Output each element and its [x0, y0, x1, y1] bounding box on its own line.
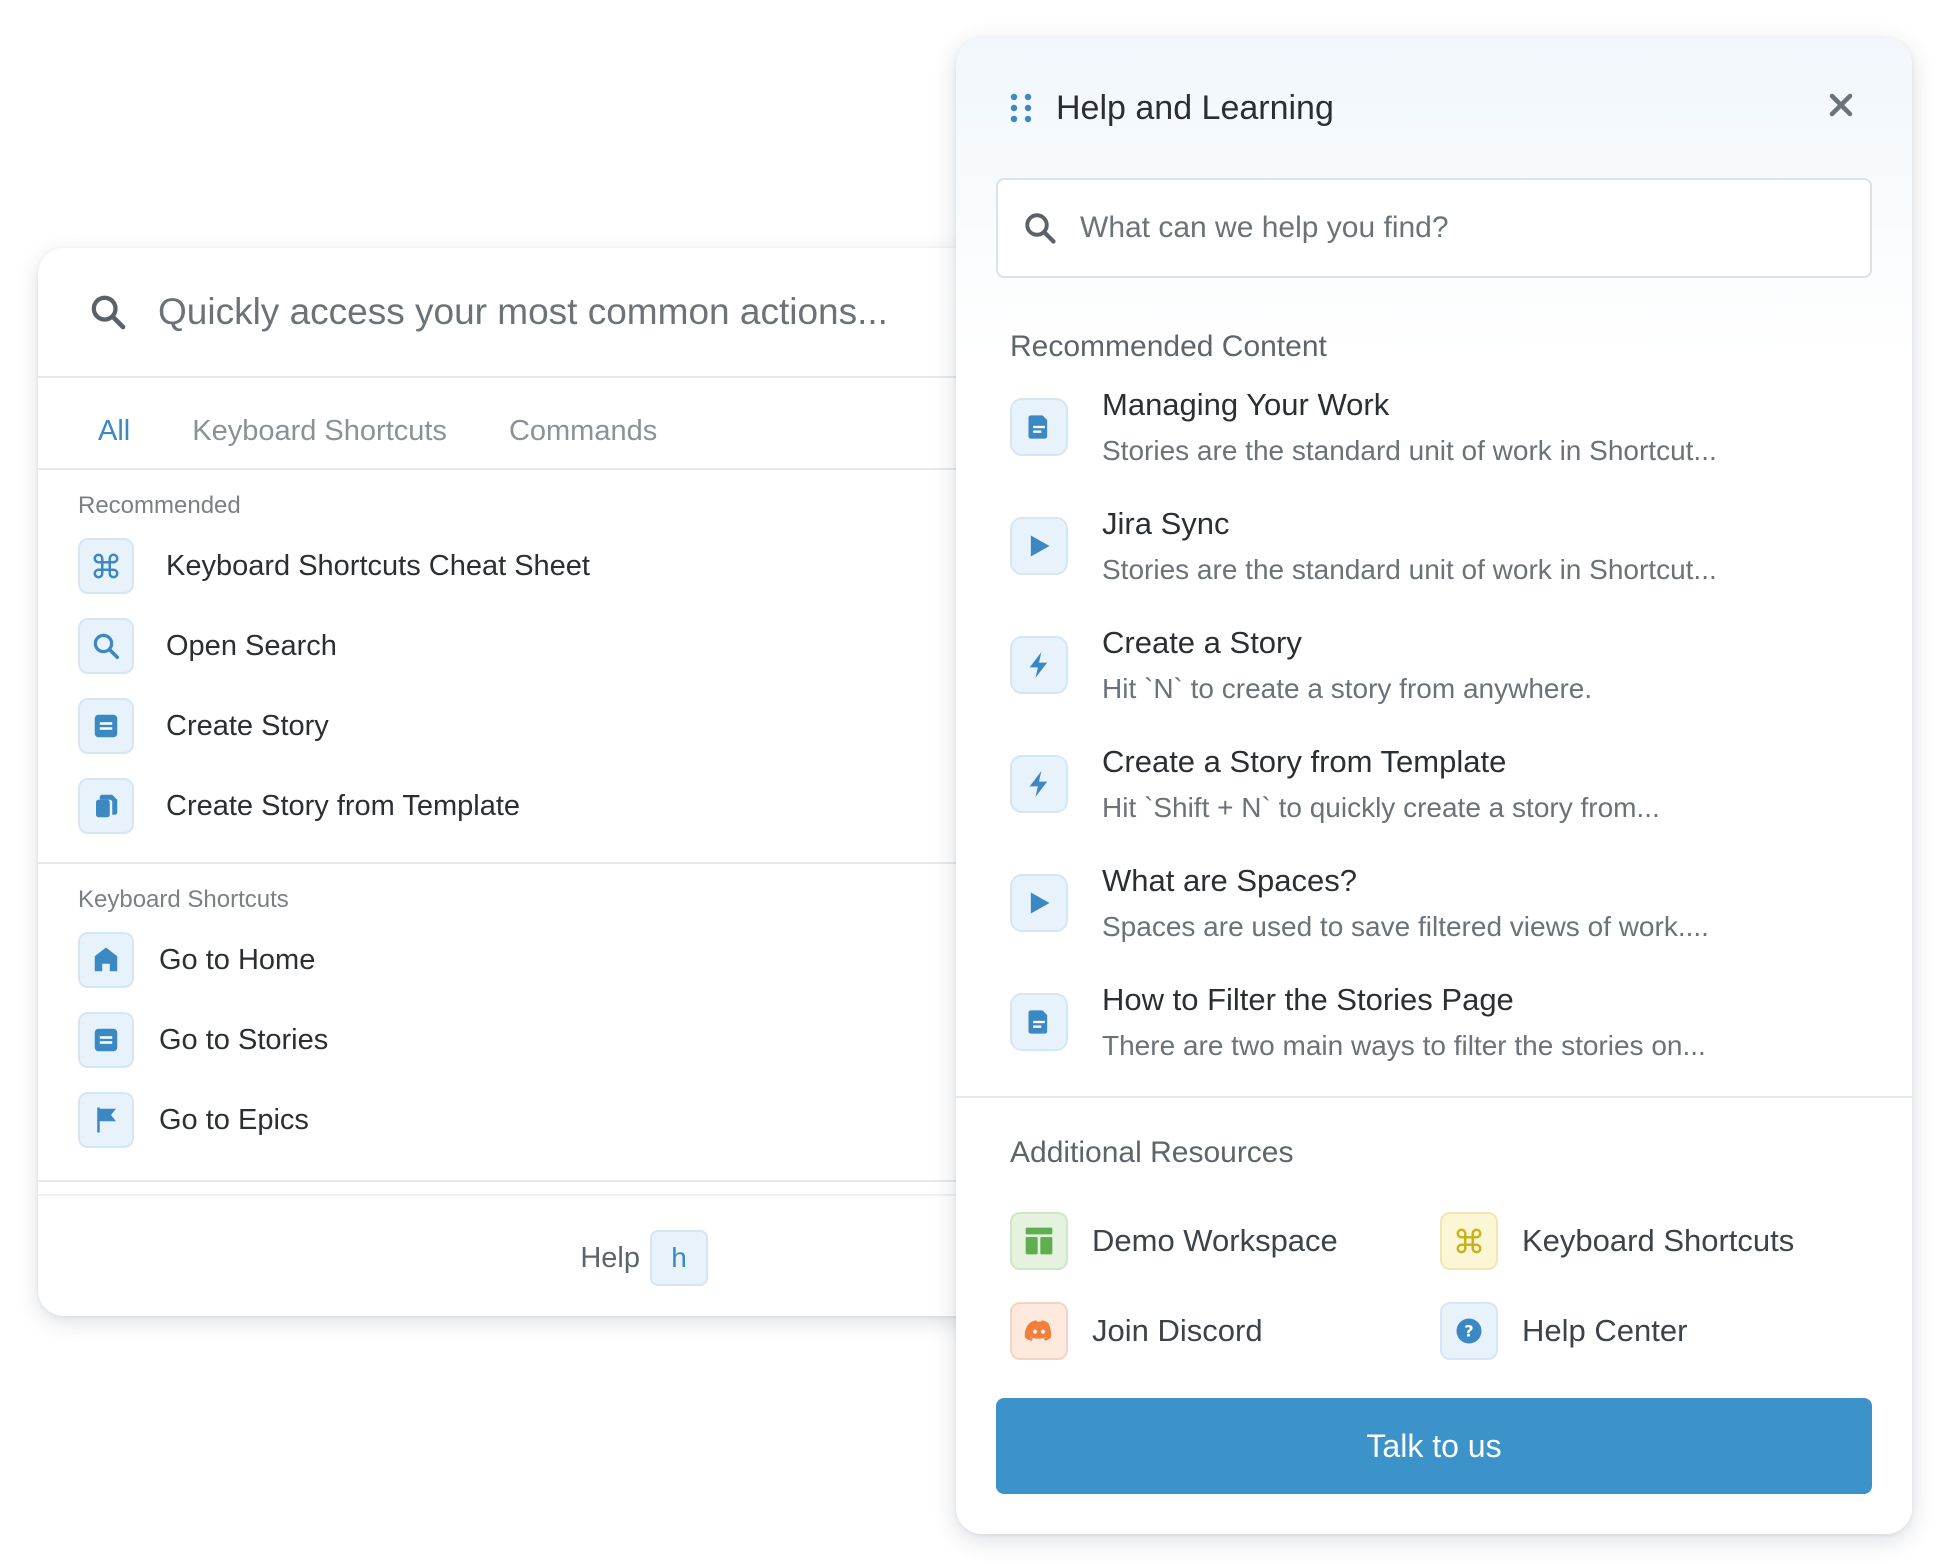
- content-title: Managing Your Work: [1102, 387, 1390, 422]
- drag-handle-icon[interactable]: [1010, 93, 1032, 123]
- list-item-create-story-template[interactable]: Create Story from Template: [38, 766, 1038, 846]
- resource-demo-workspace[interactable]: Demo Workspace: [1010, 1212, 1440, 1270]
- resource-label: Demo Workspace: [1092, 1223, 1338, 1258]
- command-icon: [93, 553, 119, 579]
- content-item-story-template[interactable]: Create a Story from Template Hit `Shift …: [956, 739, 1912, 858]
- divider: [956, 1096, 1912, 1098]
- resource-label: Join Discord: [1092, 1313, 1263, 1348]
- list-item-label: Go to Home: [159, 943, 316, 976]
- resources-grid: Demo Workspace Keyboard Shortcuts Join D…: [956, 1212, 1912, 1360]
- content-title: Create a Story: [1102, 625, 1302, 660]
- palette-tabs: All Keyboard Shortcuts Commands: [38, 378, 1038, 470]
- content-desc: Spaces are used to save filtered views o…: [1102, 911, 1709, 942]
- content-title: Create a Story from Template: [1102, 744, 1507, 779]
- tab-keyboard-shortcuts[interactable]: Keyboard Shortcuts: [192, 415, 447, 468]
- divider: [38, 1180, 1038, 1182]
- palette-search-input[interactable]: Quickly access your most common actions.…: [158, 291, 888, 333]
- divider: [38, 1194, 1038, 1196]
- command-palette: Quickly access your most common actions.…: [38, 248, 1038, 1316]
- story-icon: [94, 1028, 118, 1052]
- panel-title: Help and Learning: [1056, 88, 1334, 127]
- help-search-placeholder: What can we help you find?: [1080, 211, 1449, 244]
- list-item-create-story[interactable]: Create Story: [38, 686, 1038, 766]
- help-label: Help: [580, 1241, 640, 1274]
- resource-help-center[interactable]: ? Help Center: [1440, 1302, 1870, 1360]
- doc-icon: [1028, 1010, 1048, 1034]
- content-item-filter-stories[interactable]: How to Filter the Stories Page There are…: [956, 977, 1912, 1096]
- play-icon: [1030, 535, 1050, 557]
- section-label-shortcuts: Keyboard Shortcuts: [78, 886, 289, 913]
- play-icon: [1030, 892, 1050, 914]
- content-title: What are Spaces?: [1102, 863, 1358, 898]
- resource-keyboard-shortcuts[interactable]: Keyboard Shortcuts: [1440, 1212, 1870, 1270]
- command-icon: [1456, 1228, 1482, 1254]
- content-desc: There are two main ways to filter the st…: [1102, 1030, 1706, 1061]
- svg-text:?: ?: [1464, 1322, 1473, 1341]
- divider: [38, 862, 1038, 864]
- help-key: h: [650, 1230, 708, 1286]
- content-desc: Stories are the standard unit of work in…: [1102, 554, 1717, 585]
- recommended-content-list: Managing Your Work Stories are the stand…: [956, 382, 1912, 1096]
- search-icon: [93, 633, 119, 659]
- help-panel-header: Help and Learning: [956, 38, 1912, 178]
- help-shortcut[interactable]: Help h: [580, 1230, 708, 1286]
- content-item-jira-sync[interactable]: Jira Sync Stories are the standard unit …: [956, 501, 1912, 620]
- section-label-recommended: Recommended: [78, 492, 241, 519]
- home-icon: [94, 947, 118, 972]
- copy-icon: [96, 794, 118, 818]
- search-icon: [1025, 213, 1056, 244]
- content-item-spaces[interactable]: What are Spaces? Spaces are used to save…: [956, 858, 1912, 977]
- discord-icon: [1024, 1320, 1052, 1341]
- content-desc: Stories are the standard unit of work in…: [1102, 435, 1717, 466]
- help-search-input[interactable]: What can we help you find?: [996, 178, 1872, 278]
- close-icon[interactable]: [1826, 90, 1856, 120]
- list-item-label: Create Story: [166, 709, 329, 742]
- help-panel: Help and Learning What can we help you f…: [956, 38, 1912, 1534]
- section-label-recommended-content: Recommended Content: [1010, 330, 1327, 363]
- list-item-go-epics[interactable]: Go to Epics: [38, 1080, 1038, 1160]
- bolt-icon: [1029, 771, 1048, 797]
- content-item-create-story[interactable]: Create a Story Hit `N` to create a story…: [956, 620, 1912, 739]
- tab-all[interactable]: All: [98, 415, 130, 468]
- list-item-go-stories[interactable]: Go to Stories: [38, 1000, 1038, 1080]
- bolt-icon: [1029, 652, 1048, 678]
- list-item-open-search[interactable]: Open Search: [38, 606, 1038, 686]
- resource-label: Keyboard Shortcuts: [1522, 1223, 1795, 1258]
- question-icon: ?: [1456, 1318, 1482, 1344]
- tab-commands[interactable]: Commands: [509, 415, 657, 468]
- content-desc: Hit `N` to create a story from anywhere.: [1102, 673, 1593, 704]
- list-item-go-home[interactable]: Go to Home: [38, 920, 1038, 1000]
- list-item-label: Go to Stories: [159, 1023, 329, 1056]
- flag-icon: [97, 1107, 116, 1133]
- list-item-label: Open Search: [166, 629, 337, 662]
- story-icon: [94, 714, 118, 738]
- layout-icon: [1025, 1227, 1053, 1255]
- doc-icon: [1028, 415, 1048, 439]
- list-item-label: Go to Epics: [159, 1103, 309, 1136]
- palette-search-row[interactable]: Quickly access your most common actions.…: [38, 248, 1038, 378]
- list-item-label: Create Story from Template: [166, 789, 521, 822]
- resource-join-discord[interactable]: Join Discord: [1010, 1302, 1440, 1360]
- content-title: Jira Sync: [1102, 506, 1230, 541]
- content-title: How to Filter the Stories Page: [1102, 982, 1514, 1017]
- section-label-additional-resources: Additional Resources: [1010, 1136, 1294, 1169]
- talk-to-us-button[interactable]: Talk to us: [996, 1398, 1872, 1494]
- list-item-cheat-sheet[interactable]: Keyboard Shortcuts Cheat Sheet: [38, 526, 1038, 606]
- resource-label: Help Center: [1522, 1313, 1688, 1348]
- content-item-managing-work[interactable]: Managing Your Work Stories are the stand…: [956, 382, 1912, 501]
- list-item-label: Keyboard Shortcuts Cheat Sheet: [166, 549, 590, 582]
- content-desc: Hit `Shift + N` to quickly create a stor…: [1102, 792, 1660, 823]
- search-icon: [91, 295, 126, 330]
